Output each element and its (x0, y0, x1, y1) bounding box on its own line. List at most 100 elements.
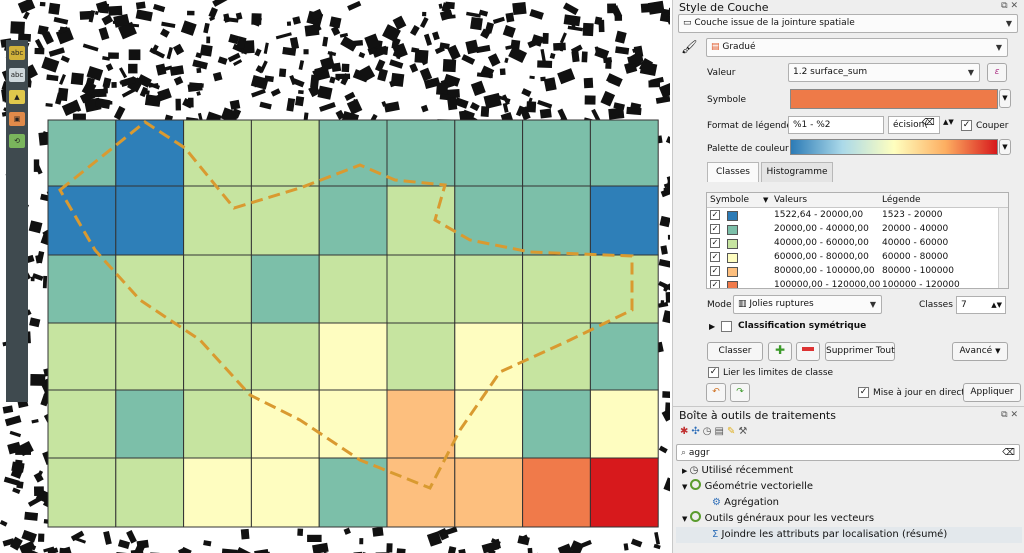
delete-all-button[interactable]: Supprimer Tout (825, 342, 895, 361)
grid-cell[interactable] (47, 322, 117, 391)
grid-cell[interactable] (522, 457, 591, 528)
grid-cell[interactable] (522, 119, 591, 187)
tab-classes[interactable]: Classes (707, 162, 759, 182)
classes-table[interactable]: Symbole ▼ Valeurs Légende ✓ 1522,64 - 200… (706, 192, 1009, 289)
col-values[interactable]: Valeurs (774, 193, 807, 207)
grid-cell[interactable] (386, 119, 456, 187)
color-ramp-dropdown[interactable]: ▼ (999, 139, 1011, 155)
scripts-icon[interactable]: ✣ (691, 426, 702, 437)
grid-cell[interactable] (115, 389, 185, 459)
class-checkbox[interactable]: ✓ (710, 224, 720, 234)
mode-selector[interactable]: ▥ Jolies ruptures ▼ (733, 295, 882, 314)
class-legend[interactable]: 40000 - 60000 (882, 237, 948, 250)
edit-icon[interactable]: ✎ (727, 426, 738, 437)
class-values[interactable]: 40000,00 - 60000,00 (774, 237, 869, 250)
class-row[interactable]: ✓ 100000,00 - 120000,00 100000 - 120000 (707, 279, 1008, 288)
grid-cell[interactable] (47, 185, 117, 256)
grid-cell[interactable] (318, 322, 388, 391)
grid-cell[interactable] (250, 254, 320, 324)
toolbox-search-input[interactable]: ⌕ aggr ⌫ (676, 444, 1020, 461)
grid-cell[interactable] (454, 119, 524, 187)
expression-button[interactable]: ε (987, 63, 1007, 82)
undo-button[interactable]: ↶ (706, 383, 726, 402)
class-swatch[interactable] (727, 253, 738, 263)
grid-cell[interactable] (115, 119, 185, 187)
options-icon[interactable]: ⚒ (738, 426, 750, 437)
grid-cell[interactable] (47, 389, 117, 459)
map-canvas[interactable] (0, 0, 670, 553)
grid-cell[interactable] (250, 119, 320, 187)
models-icon[interactable]: ✱ (680, 426, 691, 437)
class-legend[interactable]: 80000 - 100000 (882, 265, 954, 278)
class-values[interactable]: 100000,00 - 120000,00 (774, 279, 880, 288)
grid-cell[interactable] (386, 322, 456, 391)
class-checkbox[interactable]: ✓ (710, 280, 720, 288)
collapse-arrow-icon[interactable]: ▼ (682, 483, 690, 491)
toolbox-tree-item[interactable]: ▶ ◷ Utilisé récemment (676, 463, 1022, 479)
grid-cell[interactable] (250, 185, 320, 256)
grid-cell[interactable] (250, 322, 320, 391)
grid-cell[interactable] (589, 322, 659, 391)
class-row[interactable]: ✓ 1522,64 - 20000,00 1523 - 20000 (707, 209, 1008, 223)
collapse-arrow-icon[interactable]: ▼ (682, 515, 690, 523)
class-values[interactable]: 60000,00 - 80000,00 (774, 251, 869, 264)
live-update-checkbox[interactable]: ✓ (858, 387, 869, 398)
history-icon[interactable]: ⟲ (9, 134, 25, 148)
class-values[interactable]: 20000,00 - 40000,00 (774, 223, 869, 236)
class-swatch[interactable] (727, 225, 738, 235)
class-checkbox[interactable]: ✓ (710, 238, 720, 248)
grid-cell[interactable] (522, 322, 591, 391)
classes-count-spinbox[interactable]: 7 ▲▼ (956, 296, 1006, 314)
toolbox-tree-item[interactable]: ▼ Outils généraux pour les vecteurs (676, 511, 1022, 527)
apply-button[interactable]: Appliquer (963, 383, 1021, 402)
grid-cell[interactable] (589, 457, 659, 528)
col-legend[interactable]: Légende (882, 193, 921, 207)
grid-cell[interactable] (250, 457, 320, 528)
cut-checkbox[interactable]: ✓ (961, 120, 972, 131)
grid-cell[interactable] (589, 119, 659, 187)
grid-cell[interactable] (115, 185, 185, 256)
grid-cell[interactable] (454, 322, 524, 391)
tab-histogram[interactable]: Histogramme (761, 162, 833, 182)
grid-cell[interactable] (589, 185, 659, 256)
classify-button[interactable]: Classer (707, 342, 763, 361)
history-icon[interactable]: ◷ (703, 426, 715, 437)
grid-cell[interactable] (386, 185, 456, 256)
grid-cell[interactable] (386, 389, 456, 459)
class-values[interactable]: 1522,64 - 20000,00 (774, 209, 863, 222)
renderer-selector[interactable]: ▤ Gradué ▼ (706, 38, 1008, 57)
legend-format-input[interactable]: %1 - %2 (788, 116, 884, 134)
results-icon[interactable]: ▤ (715, 426, 727, 437)
grid-cell[interactable] (250, 389, 320, 459)
grid-cell[interactable] (589, 389, 659, 459)
grid-cell[interactable] (318, 389, 388, 459)
grid-cell[interactable] (47, 254, 117, 324)
clear-icon[interactable]: ⌫ (922, 118, 935, 128)
grid-cell[interactable] (183, 389, 252, 459)
class-row[interactable]: ✓ 80000,00 - 100000,00 80000 - 100000 (707, 265, 1008, 279)
label-alt-icon[interactable]: abc (9, 68, 25, 82)
toolbox-tree-item[interactable]: ⚙ Agrégation (676, 495, 1022, 511)
grid-cell[interactable] (115, 254, 185, 324)
3d-icon[interactable]: ▲ (9, 90, 25, 104)
class-checkbox[interactable]: ✓ (710, 266, 720, 276)
grid-cell[interactable] (183, 457, 252, 528)
toolbox-tree-item[interactable]: Σ Joindre les attributs par localisation… (676, 527, 1022, 543)
symmetric-checkbox[interactable] (721, 321, 732, 332)
diagram-icon[interactable]: ▣ (9, 112, 25, 126)
grid-cell[interactable] (318, 254, 388, 324)
class-swatch[interactable] (727, 281, 738, 288)
layer-selector[interactable]: ▭ Couche issue de la jointure spatiale ▼ (678, 14, 1018, 33)
class-swatch[interactable] (727, 239, 738, 249)
grid-cell[interactable] (183, 254, 252, 324)
expand-arrow-icon[interactable]: ▶ (682, 467, 690, 475)
class-legend[interactable]: 1523 - 20000 (882, 209, 943, 222)
grid-cell[interactable] (318, 185, 388, 256)
grid-cell[interactable] (183, 185, 252, 256)
grid-cell[interactable] (522, 185, 591, 256)
link-bounds-checkbox[interactable]: ✓ (708, 367, 719, 378)
grid-cell[interactable] (318, 457, 388, 528)
symbol-dropdown[interactable]: ▼ (999, 89, 1011, 108)
spin-arrows[interactable]: ▲▼ (943, 118, 954, 126)
grid-cell[interactable] (454, 457, 524, 528)
